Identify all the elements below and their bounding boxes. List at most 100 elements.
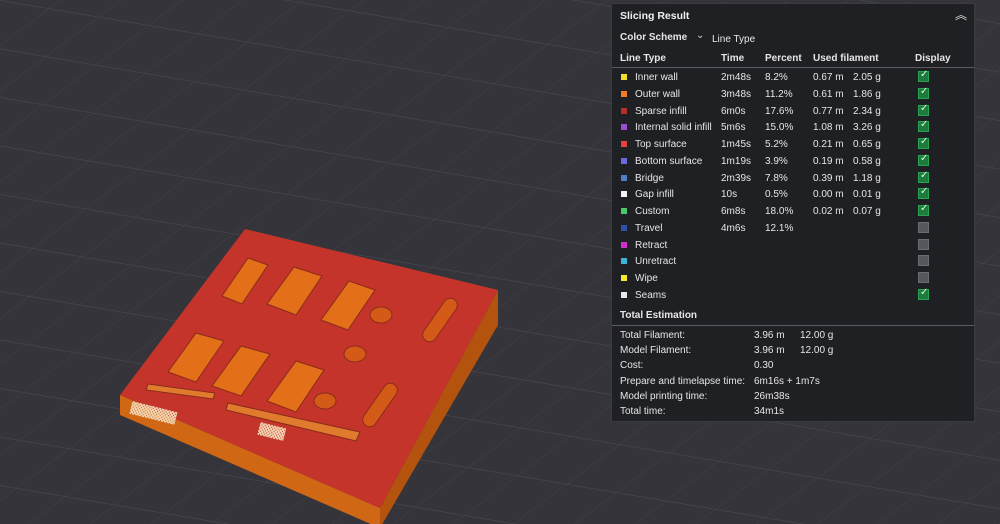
line-type-table-header: Line Type Time Percent Used filament Dis… [612,51,974,68]
chevron-down-icon: ⌄ [696,30,705,41]
estimation-key: Cost: [620,360,644,372]
line-filament-weight: 1.86 g [853,88,881,100]
color-swatch [621,124,627,131]
line-filament-length: 0.39 m [813,172,844,184]
color-swatch [621,90,627,97]
display-checkbox[interactable] [918,203,929,216]
line-type-name: Gap infill [635,189,674,201]
line-filament-length: 0.21 m [813,139,844,150]
line-filament-length: 0.77 m [813,105,844,117]
table-row: Bridge 2m39s 7.8% 0.39 m 1.18 g [612,170,974,187]
display-checkbox[interactable] [918,86,929,99]
line-filament-weight: 3.26 g [853,122,881,134]
header-used-filament: Used filament [813,53,879,64]
line-type-name: Bridge [635,172,664,184]
display-checkbox[interactable] [918,255,929,267]
table-row: Top surface 1m45s 5.2% 0.21 m 0.65 g [612,136,974,153]
line-type-name: Inner wall [635,72,678,83]
line-percent: 0.5% [765,189,788,201]
slicing-result-panel: Slicing Result ︽ Color Scheme ⌄ Line Typ… [611,3,975,422]
estimation-key: Model Filament: [620,345,692,357]
line-percent: 11.2% [765,88,793,100]
line-filament-length: 0.02 m [813,206,844,217]
color-scheme-row: Color Scheme ⌄ Line Type [612,30,974,48]
color-scheme-select[interactable]: ⌄ Line Type [696,30,816,47]
header-percent: Percent [765,53,802,64]
display-checkbox[interactable] [918,221,929,233]
color-swatch [621,291,627,298]
table-row: Retract [612,238,974,254]
display-checkbox[interactable] [918,238,929,250]
line-filament-weight: 2.05 g [853,72,881,83]
chevron-up-double-icon[interactable]: ︽ [952,6,970,24]
color-swatch [621,241,627,248]
display-checkbox[interactable] [918,153,929,166]
line-filament-length: 0.67 m [813,72,844,83]
display-checkbox[interactable] [918,136,929,149]
display-checkbox[interactable] [918,119,929,133]
line-type-name: Outer wall [635,88,681,100]
estimation-key: Model printing time: [620,390,708,402]
table-row: Inner wall 2m48s 8.2% 0.67 m 2.05 g [612,69,974,86]
line-percent: 12.1% [765,222,794,234]
header-time: Time [721,53,745,64]
line-filament-weight: 0.07 g [853,206,881,217]
estimation-value: 0.30 [754,360,774,372]
line-type-name: Custom [635,206,670,217]
estimation-value: 34m1s [754,406,785,417]
display-checkbox[interactable] [918,287,929,300]
estimation-value: 26m38s [754,390,790,402]
estimation-row: Model printing time: 26m38s [612,390,974,405]
line-filament-length: 0.61 m [813,88,844,100]
line-time: 2m48s [721,72,752,83]
estimation-row: Total Filament: 3.96 m 12.00 g [612,329,974,344]
panel-header: Slicing Result ︽ [612,4,974,28]
estimation-key: Total Filament: [620,330,686,341]
line-filament-weight: 0.01 g [853,189,881,201]
table-row: Sparse infill 6m0s 17.6% 0.77 m 2.34 g [612,103,974,120]
estimation-row: Cost: 0.30 [612,359,974,374]
display-checkbox[interactable] [918,170,929,183]
header-line-type: Line Type [620,53,666,64]
table-row: Bottom surface 1m19s 3.9% 0.19 m 0.58 g [612,153,974,170]
display-checkbox[interactable] [918,186,929,200]
estimation-row: Prepare and timelapse time: 6m16s + 1m7s [612,375,974,390]
table-row: Wipe [612,271,974,287]
color-swatch [621,191,627,198]
line-filament-length: 0.19 m [813,155,844,167]
display-checkbox[interactable] [918,103,929,116]
line-type-name: Wipe [635,273,658,284]
color-swatch [621,141,627,147]
line-time: 10s [721,189,738,201]
display-checkbox[interactable] [918,272,929,283]
table-row: Internal solid infill 5m6s 15.0% 1.08 m 3.26… [612,119,974,136]
line-percent: 18.0% [765,206,794,217]
color-swatch [621,174,627,181]
line-filament-length: 0.00 m [813,189,844,201]
divider [612,325,974,326]
color-swatch [621,157,627,164]
estimation-value-secondary: 12.00 g [800,345,834,357]
color-swatch [621,74,627,80]
line-time: 1m45s [721,139,752,150]
table-row: Travel 4m6s 12.1% [612,221,974,237]
line-percent: 7.8% [765,172,788,184]
line-type-name: Retract [635,239,668,251]
color-swatch [621,224,627,231]
line-time: 6m0s [721,105,746,117]
table-row: Outer wall 3m48s 11.2% 0.61 m 1.86 g [612,86,974,103]
line-time: 6m8s [721,206,746,217]
line-type-name: Travel [635,222,663,234]
line-time: 5m6s [721,122,746,134]
table-row: Custom 6m8s 18.0% 0.02 m 0.07 g [612,203,974,220]
line-type-name: Sparse infill [635,105,687,117]
estimation-key: Prepare and timelapse time: [620,375,746,387]
line-type-name: Seams [635,289,667,301]
estimation-value: 6m16s + 1m7s [754,375,820,387]
color-swatch [621,258,627,265]
line-type-name: Internal solid infill [635,122,712,134]
color-scheme-value: Line Type [712,34,756,45]
line-filament-length: 1.08 m [813,122,844,134]
display-checkbox[interactable] [918,69,929,82]
line-time: 4m6s [721,222,746,234]
